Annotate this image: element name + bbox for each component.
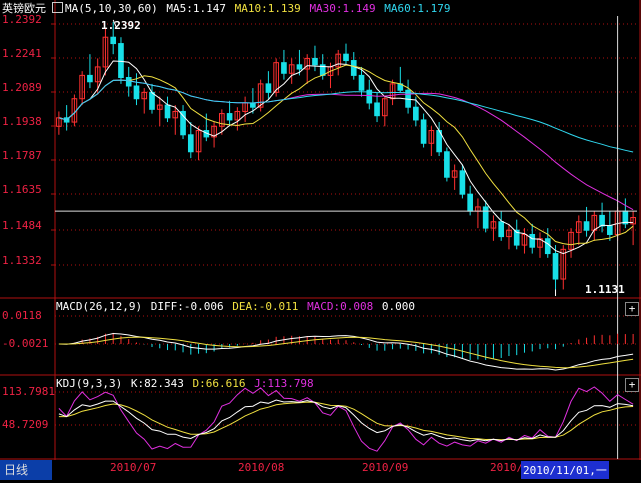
candle-body bbox=[118, 43, 124, 79]
ma-params: MA(5,10,30,60) bbox=[65, 2, 158, 15]
candle-body bbox=[125, 77, 132, 87]
candle-body bbox=[607, 225, 613, 235]
x-tick: 2010/09 bbox=[362, 461, 409, 474]
kdj-d-value: D:66.616 bbox=[192, 377, 246, 390]
price-tick: 1.1635 bbox=[2, 183, 42, 196]
macd-dea-value: DEA:-0.011 bbox=[232, 300, 299, 313]
candle-body bbox=[444, 151, 450, 178]
period-tab-daily[interactable]: 日线 bbox=[0, 460, 52, 480]
macd-macd-value: MACD:0.008 bbox=[307, 300, 374, 313]
macd-expand-button[interactable]: + bbox=[625, 302, 639, 316]
price-header: 英镑欧元 MA(5,10,30,60) MA5:1.147 MA10:1.139 … bbox=[2, 2, 453, 16]
price-tick: 1.1938 bbox=[2, 115, 42, 128]
candle-body bbox=[544, 238, 551, 255]
candle-body bbox=[498, 221, 505, 238]
kdj-j-line bbox=[58, 386, 634, 452]
kdj-expand-button[interactable]: + bbox=[625, 378, 639, 392]
kdj-j-value: J:113.798 bbox=[254, 377, 314, 390]
candle-body bbox=[583, 221, 590, 231]
macd-diff-line bbox=[58, 332, 634, 371]
macd-tick: -0.0021 bbox=[2, 337, 49, 350]
price-tick: 1.2089 bbox=[2, 81, 42, 94]
candle-body bbox=[87, 74, 93, 83]
cursor-date-label: 2010/11/01,一 bbox=[521, 461, 609, 479]
candle-body bbox=[482, 206, 489, 229]
candle-body bbox=[350, 60, 357, 76]
candle-body bbox=[467, 193, 473, 212]
macd-diff-value: DIFF:-0.006 bbox=[150, 300, 224, 313]
price-tick: 1.1484 bbox=[2, 219, 42, 232]
candle-body bbox=[420, 119, 427, 144]
x-tick: 2010/07 bbox=[110, 461, 157, 474]
kdj-tick: 48.7209 bbox=[2, 418, 49, 431]
macd-header: MACD(26,12,9) DIFF:-0.006 DEA:-0.011 MAC… bbox=[56, 300, 417, 314]
candle-body bbox=[552, 253, 559, 280]
candle-body bbox=[343, 53, 349, 62]
macd-extra-value: 0.000 bbox=[381, 300, 416, 313]
ma30-line bbox=[58, 79, 634, 211]
chart-stage[interactable] bbox=[0, 0, 641, 480]
x-tick: 2010/08 bbox=[238, 461, 285, 474]
candle-body bbox=[281, 62, 287, 74]
ma30-value: MA30:1.149 bbox=[309, 2, 376, 15]
candle-body bbox=[110, 36, 117, 45]
candle-body bbox=[296, 64, 303, 70]
high-annotation: 1.2392 bbox=[101, 19, 141, 32]
kdj-tick: 113.7981 bbox=[2, 385, 55, 398]
kdj-header: KDJ(9,3,3) K:82.343 D:66.616 J:113.798 bbox=[56, 377, 316, 391]
candle-body bbox=[599, 214, 605, 227]
price-tick: 1.2392 bbox=[2, 13, 42, 26]
candle-body bbox=[312, 57, 318, 66]
low-annotation: 1.1131 bbox=[585, 283, 625, 296]
candle-body bbox=[374, 102, 380, 117]
ma60-value: MA60:1.179 bbox=[384, 2, 451, 15]
candle-body bbox=[133, 85, 140, 100]
candle-body bbox=[187, 134, 194, 153]
macd-params: MACD(26,12,9) bbox=[56, 300, 143, 313]
candle-body bbox=[413, 106, 419, 121]
ma5-line bbox=[58, 60, 634, 255]
candle-body bbox=[265, 83, 272, 93]
price-tick: 1.2241 bbox=[2, 47, 42, 60]
ma60-line bbox=[58, 79, 634, 153]
kdj-params: KDJ(9,3,3) bbox=[56, 377, 123, 390]
ma5-value: MA5:1.147 bbox=[166, 2, 226, 15]
candle-body bbox=[226, 113, 233, 121]
stock-chart[interactable] bbox=[0, 0, 641, 480]
kdj-k-value: K:82.343 bbox=[130, 377, 184, 390]
candle-body bbox=[358, 74, 365, 91]
price-tick: 1.1332 bbox=[2, 254, 42, 267]
candle-body bbox=[164, 104, 171, 119]
ma10-value: MA10:1.139 bbox=[234, 2, 301, 15]
x-tick: 2010/ bbox=[490, 461, 524, 474]
candle-body bbox=[149, 91, 155, 110]
price-tick: 1.1787 bbox=[2, 149, 42, 162]
candle-body bbox=[529, 233, 536, 248]
candle-body bbox=[250, 102, 256, 108]
candle-body bbox=[180, 110, 186, 136]
ma-indicator-icon[interactable] bbox=[52, 2, 63, 13]
macd-tick: 0.0118 bbox=[2, 309, 42, 322]
candle-body bbox=[459, 170, 466, 195]
